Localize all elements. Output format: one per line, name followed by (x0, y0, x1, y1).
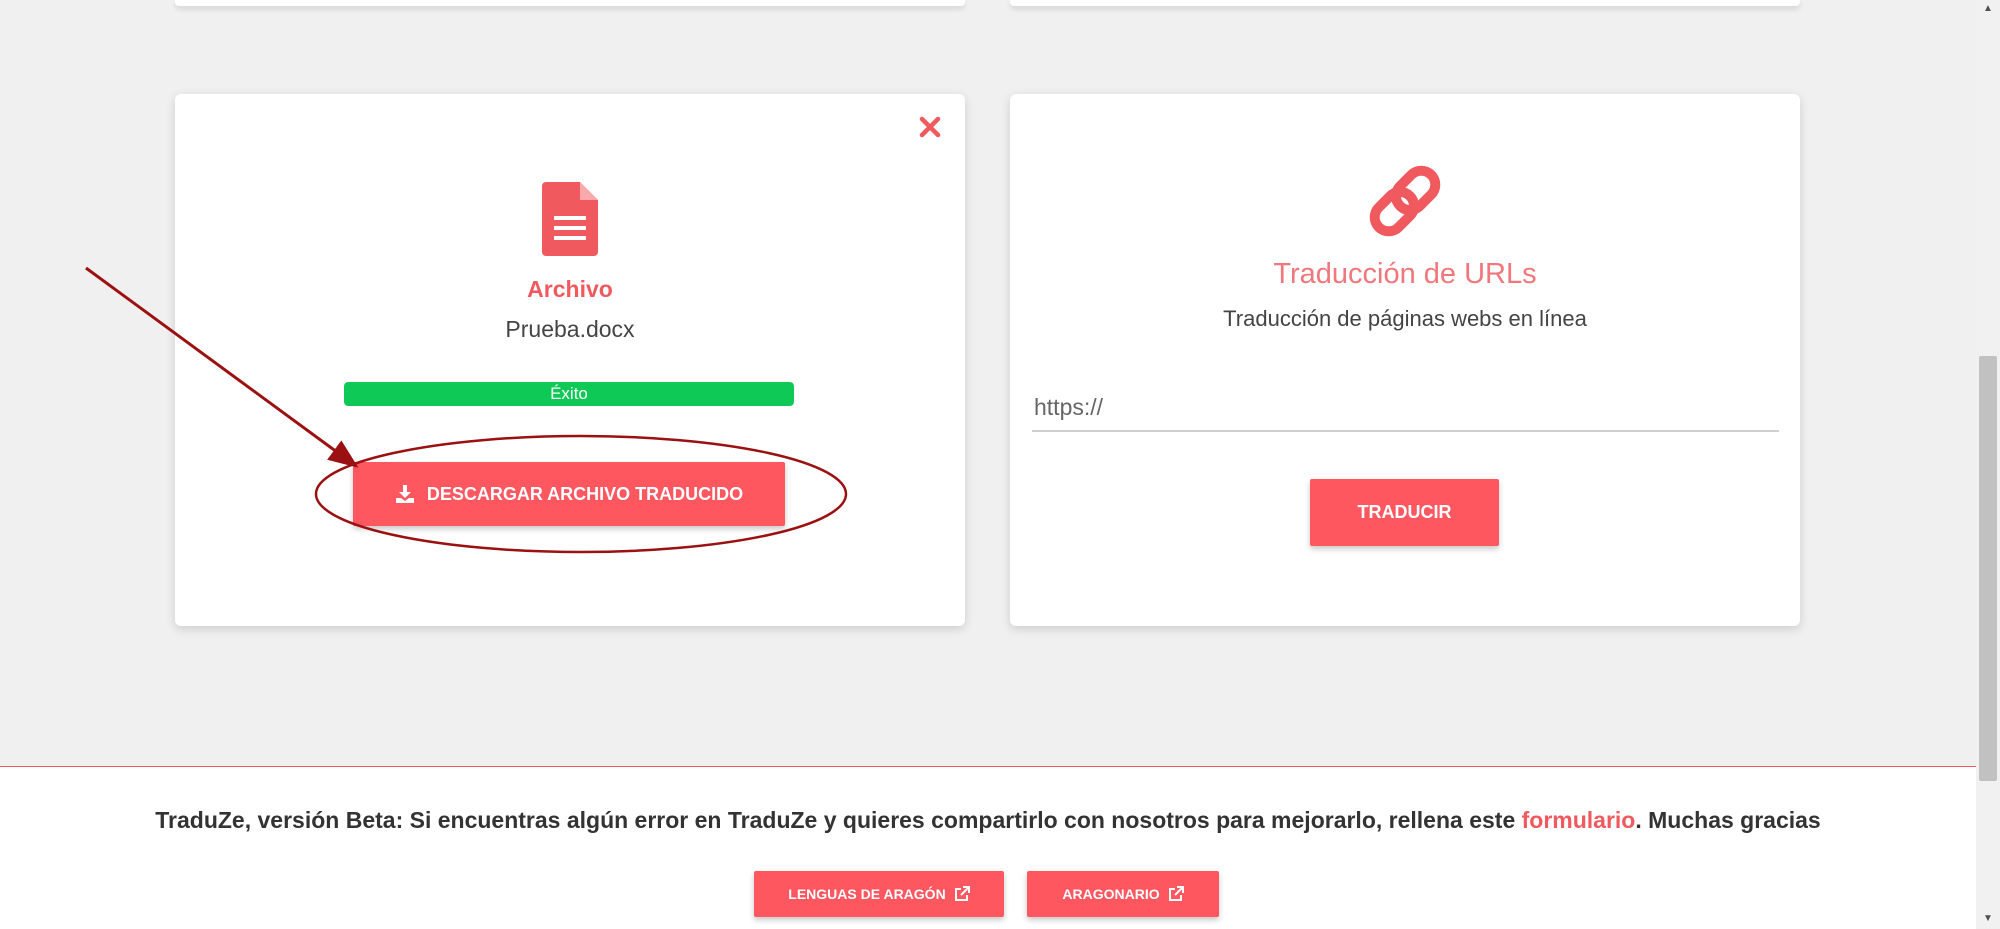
scroll-down-arrow-icon[interactable]: ▼ (1976, 910, 2000, 928)
footer-text-before: TraduZe, versión Beta: Si encuentras alg… (155, 807, 1522, 833)
progress-bar: Éxito (344, 382, 794, 406)
vertical-scrollbar[interactable]: ▲ ▼ (1976, 0, 2000, 928)
feedback-form-link[interactable]: formulario (1522, 807, 1636, 833)
scroll-up-arrow-icon[interactable]: ▲ (1976, 0, 2000, 18)
previous-card-edge-right (1010, 0, 1800, 6)
lenguas-de-aragon-button[interactable]: LENGUAS DE ARAGÓN (754, 871, 1004, 917)
footer: TraduZe, versión Beta: Si encuentras alg… (0, 766, 1976, 929)
aragonario-button[interactable]: ARAGONARIO (1027, 871, 1219, 917)
scrollbar-thumb[interactable] (1979, 356, 1997, 781)
download-icon (395, 485, 414, 503)
link-icon (1366, 162, 1444, 240)
external-link-icon (954, 886, 970, 901)
feedback-message: TraduZe, versión Beta: Si encuentras alg… (0, 807, 1976, 834)
url-card-title: Traducción de URLs (1273, 258, 1537, 290)
file-translation-card: Archivo Prueba.docx Éxito DESCARGAR ARCH… (175, 94, 965, 626)
footer-text-after: . Muchas gracias (1635, 807, 1821, 833)
url-card-subtitle: Traducción de páginas webs en línea (1223, 306, 1587, 331)
close-icon[interactable] (917, 114, 943, 140)
external-link-icon (1168, 886, 1184, 901)
aragonario-button-label: ARAGONARIO (1062, 886, 1160, 902)
previous-card-edge-left (175, 0, 965, 6)
progress-label: Éxito (550, 384, 588, 403)
download-button-label: DESCARGAR ARCHIVO TRADUCIDO (426, 483, 744, 504)
file-card-title: Archivo (527, 276, 613, 302)
translate-button[interactable]: TRADUCIR (1310, 479, 1499, 546)
url-translation-card: Traducción de URLs Traducción de páginas… (1010, 94, 1800, 626)
lenguas-button-label: LENGUAS DE ARAGÓN (788, 886, 946, 902)
progress-fill: Éxito (344, 382, 794, 406)
download-translated-file-button[interactable]: DESCARGAR ARCHIVO TRADUCIDO (353, 462, 785, 526)
file-name: Prueba.docx (505, 316, 635, 342)
url-input[interactable] (1032, 384, 1779, 432)
file-document-icon (542, 182, 598, 256)
